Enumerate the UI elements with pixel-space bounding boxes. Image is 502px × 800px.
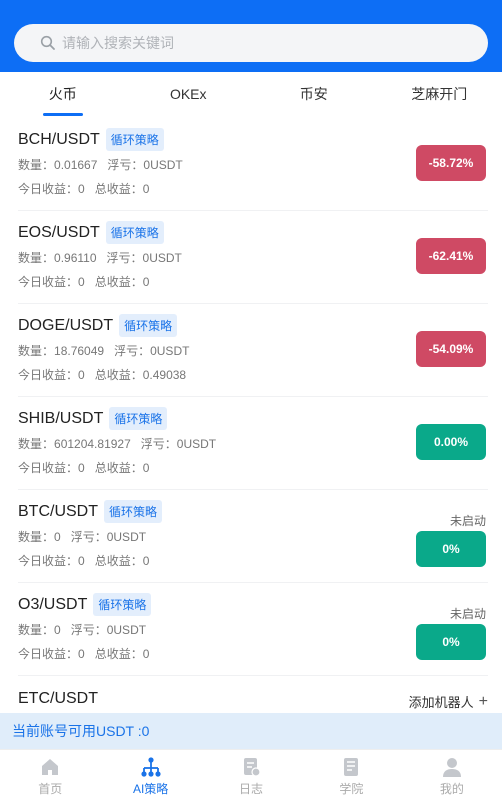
bot-list: BCH/USDT 循环策略 数量：0.01667 浮亏：0USDT 今日收益：0 总… — [0, 118, 502, 676]
float-value: 0USDT — [176, 437, 217, 451]
today-profit: 0 — [78, 461, 85, 475]
quantity-value: 0 — [54, 530, 61, 544]
nav-ai-strategy[interactable]: AI策略 — [100, 750, 200, 800]
profit-line: 今日收益：0 总收益：0 — [18, 275, 150, 289]
nav-academy[interactable]: 学院 — [301, 750, 401, 800]
bottom-nav: 首页 AI策略 日志 学院 我的 — [0, 749, 502, 800]
total-profit: 0.49038 — [142, 368, 187, 382]
bot-card[interactable]: BTC/USDT 循环策略 数量：0 浮亏：0USDT 今日收益：0 总收益：0 未… — [18, 490, 488, 583]
pnl-badge[interactable]: -62.41% — [416, 238, 486, 274]
add-robot-label: 添加机器人 — [408, 695, 474, 710]
balance-bar: 当前账号可用USDT :0 — [0, 713, 502, 749]
float-value: 0USDT — [150, 344, 190, 358]
total-profit: 0 — [142, 647, 150, 661]
app-header: 请输入搜索关键词 — [0, 0, 502, 72]
status-label: 未启动 — [449, 607, 486, 621]
pnl-badge[interactable]: 0% — [416, 624, 486, 660]
float-value: 0USDT — [143, 158, 183, 172]
today-profit: 0 — [78, 647, 85, 661]
pair-name: ETC/USDT — [18, 690, 98, 707]
strategy-icon — [141, 757, 161, 777]
user-icon — [442, 758, 461, 777]
today-profit: 0 — [78, 182, 85, 196]
bot-card[interactable]: SHIB/USDT 循环策略 数量：601204.81927 浮亏：0USDT 今… — [18, 397, 488, 490]
pair-name: EOS/USDT — [18, 223, 100, 241]
pair-name: DOGE/USDT — [18, 316, 114, 334]
bot-card[interactable]: BCH/USDT 循环策略 数量：0.01667 浮亏：0USDT 今日收益：0 总… — [18, 118, 488, 211]
quantity-line: 数量：0 浮亏：0USDT — [18, 623, 147, 637]
strategy-tag: 循环策略 — [105, 128, 164, 151]
tab-huobi[interactable]: 火币 — [0, 72, 126, 118]
search-icon — [40, 35, 55, 50]
pnl-badge[interactable]: 0% — [416, 531, 486, 567]
today-profit: 0 — [78, 368, 85, 382]
pair-name: BCH/USDT — [18, 130, 100, 148]
strategy-tag: 循环策略 — [119, 314, 178, 337]
profit-line: 今日收益：0 总收益：0 — [18, 647, 150, 661]
bot-card[interactable]: O3/USDT 循环策略 数量：0 浮亏：0USDT 今日收益：0 总收益：0 未启… — [18, 583, 488, 676]
quantity-line: 数量：0.96110 浮亏：0USDT — [18, 251, 182, 265]
tab-binance[interactable]: 币安 — [251, 72, 377, 118]
bot-card[interactable]: DOGE/USDT 循环策略 数量：18.76049 浮亏：0USDT 今日收益：… — [18, 304, 488, 397]
quantity-value: 601204.81927 — [54, 437, 131, 451]
total-profit: 0 — [142, 461, 150, 475]
strategy-tag: 循环策略 — [109, 407, 168, 430]
quantity-value: 18.76049 — [54, 344, 105, 358]
profit-line: 今日收益：0 总收益：0 — [18, 182, 150, 196]
bot-card[interactable]: EOS/USDT 循环策略 数量：0.96110 浮亏：0USDT 今日收益：0 总… — [18, 211, 488, 304]
search-bar[interactable]: 请输入搜索关键词 — [14, 24, 488, 62]
float-value: 0USDT — [106, 530, 147, 544]
quantity-line: 数量：601204.81927 浮亏：0USDT — [18, 437, 217, 451]
status-label: 未启动 — [449, 514, 486, 528]
today-profit: 0 — [78, 554, 85, 568]
add-robot-button[interactable]: 添加机器人 + — [409, 692, 488, 711]
profit-line: 今日收益：0 总收益：0 — [18, 554, 150, 568]
search-input[interactable]: 请输入搜索关键词 — [62, 33, 174, 53]
pair-name: SHIB/USDT — [18, 409, 104, 427]
quantity-value: 0 — [54, 623, 61, 637]
float-value: 0USDT — [106, 623, 147, 637]
total-profit: 0 — [142, 554, 150, 568]
nav-profile[interactable]: 我的 — [402, 750, 502, 800]
quantity-value: 0.96110 — [54, 251, 97, 265]
strategy-tag: 循环策略 — [105, 221, 164, 244]
quantity-line: 数量：0 浮亏：0USDT — [18, 530, 147, 544]
quantity-line: 数量：18.76049 浮亏：0USDT — [18, 344, 190, 358]
pnl-badge[interactable]: -58.72% — [416, 145, 486, 181]
quantity-value: 0.01667 — [54, 158, 98, 172]
strategy-tag: 循环策略 — [93, 593, 152, 616]
pair-name: BTC/USDT — [18, 502, 98, 520]
plus-icon: + — [478, 692, 488, 710]
tab-gateio[interactable]: 芝麻开门 — [377, 72, 502, 118]
today-profit: 0 — [78, 275, 85, 289]
total-profit: 0 — [142, 182, 150, 196]
exchange-tabs: 火币 OKEx 币安 芝麻开门 — [0, 72, 502, 118]
log-icon — [244, 758, 261, 777]
pnl-badge[interactable]: -54.09% — [416, 331, 486, 367]
bot-card-partial[interactable]: ETC/USDT 添加机器人 + — [18, 676, 488, 713]
home-icon — [42, 759, 59, 775]
strategy-tag: 循环策略 — [104, 500, 163, 523]
float-value: 0USDT — [142, 251, 182, 265]
pnl-badge[interactable]: 0.00% — [416, 424, 486, 460]
pair-name: O3/USDT — [18, 595, 88, 613]
quantity-line: 数量：0.01667 浮亏：0USDT — [18, 158, 183, 172]
tab-okex[interactable]: OKEx — [126, 72, 252, 118]
nav-log[interactable]: 日志 — [201, 750, 301, 800]
profit-line: 今日收益：0 总收益：0.49038 — [18, 368, 187, 382]
profit-line: 今日收益：0 总收益：0 — [18, 461, 150, 475]
total-profit: 0 — [142, 275, 150, 289]
book-icon — [344, 758, 359, 776]
nav-home[interactable]: 首页 — [0, 750, 100, 800]
